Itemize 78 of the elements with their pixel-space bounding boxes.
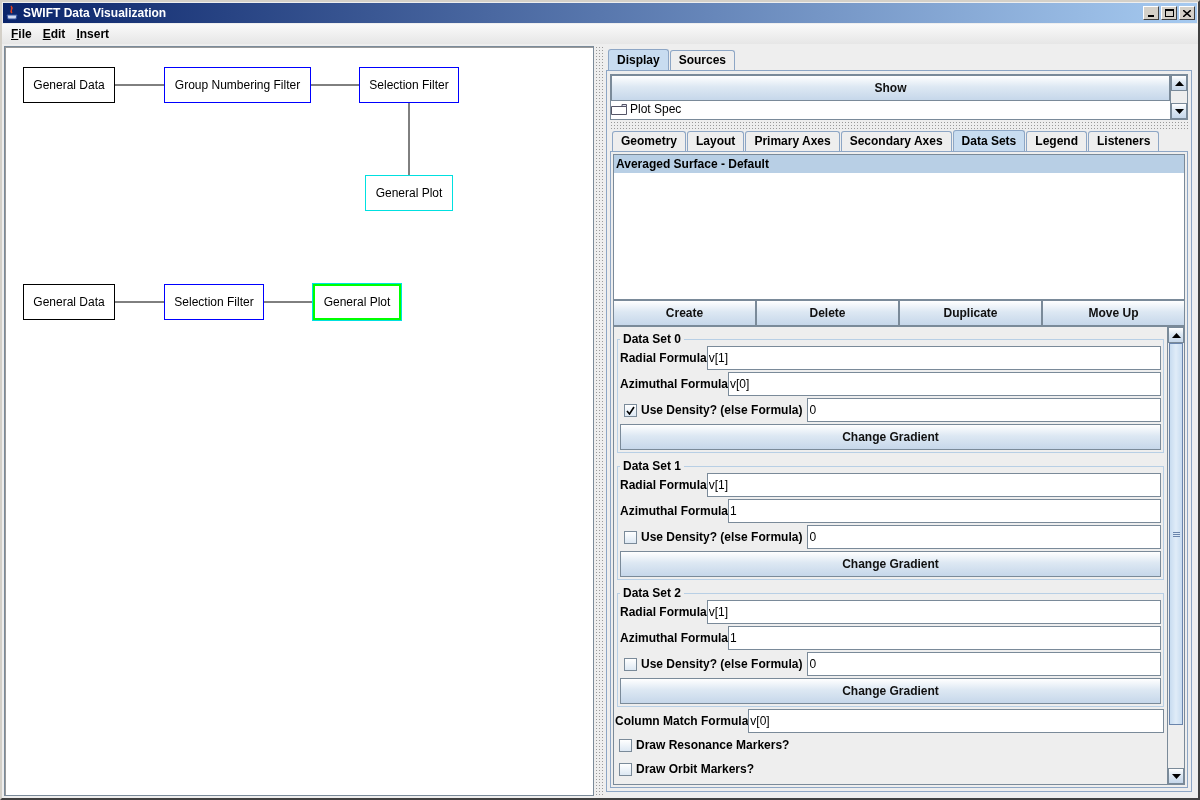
diagram-node[interactable]: General Data (23, 284, 115, 320)
field-label: Radial Formula (620, 478, 707, 492)
maximize-button[interactable] (1161, 6, 1177, 20)
field-label: Radial Formula (620, 351, 707, 365)
scrollbar[interactable] (1170, 75, 1187, 119)
tab[interactable]: Secondary Axes (840, 131, 952, 151)
close-button[interactable] (1179, 6, 1195, 20)
checkbox-label: Use Density? (else Formula) (641, 657, 803, 671)
scroll-down-icon (1171, 773, 1181, 779)
checkbox-label: Use Density? (else Formula) (641, 403, 803, 417)
tab[interactable]: Layout (687, 131, 745, 151)
tab[interactable]: Legend (1026, 131, 1087, 151)
splitter[interactable] (595, 46, 603, 796)
connector-line (263, 301, 313, 303)
diagram-node[interactable]: Group Numbering Filter (164, 67, 311, 103)
tab[interactable]: Data Sets (952, 130, 1026, 151)
input-field[interactable]: 0 (807, 398, 1161, 422)
connector-line (310, 84, 360, 86)
app-icon (5, 5, 19, 21)
tab[interactable]: Display (608, 49, 669, 70)
gradient-button[interactable]: Change Gradient (620, 678, 1161, 704)
input-field[interactable]: v[0] (748, 709, 1164, 733)
menu-item[interactable]: Edit (37, 27, 72, 41)
diagram-node[interactable]: General Plot (365, 175, 453, 211)
input-field[interactable]: 1 (728, 499, 1161, 523)
connector-line (114, 84, 165, 86)
show-button[interactable]: Show (611, 75, 1170, 101)
list-item[interactable]: Averaged Surface - Default (614, 155, 1184, 173)
checkbox-label: Draw Orbit Markers? (636, 762, 755, 776)
tab[interactable]: Sources (669, 50, 736, 70)
field-label: Azimuthal Formula (620, 631, 728, 645)
group-title: Data Set 0 (622, 332, 683, 346)
action-button[interactable]: Delete (756, 300, 899, 326)
gradient-button[interactable]: Change Gradient (620, 424, 1161, 450)
minimize-button[interactable] (1143, 6, 1159, 20)
diagram-node[interactable]: General Plot (312, 283, 402, 321)
gradient-button[interactable]: Change Gradient (620, 551, 1161, 577)
input-field[interactable]: 1 (728, 626, 1161, 650)
field-label: Azimuthal Formula (620, 504, 728, 518)
tab[interactable]: Geometry (612, 131, 687, 151)
checkbox[interactable] (619, 762, 632, 776)
grip-icon (1173, 532, 1180, 537)
tab[interactable]: Listeners (1087, 131, 1160, 151)
input-field[interactable]: 0 (807, 652, 1161, 676)
checkbox-label: Use Density? (else Formula) (641, 530, 803, 544)
group-title: Data Set 2 (622, 586, 683, 600)
checkbox[interactable] (624, 530, 637, 544)
menu-item[interactable]: File (6, 27, 38, 41)
input-field[interactable]: v[1] (706, 600, 1161, 624)
tab[interactable]: Primary Axes (745, 131, 840, 151)
connector-line (114, 301, 165, 303)
scroll-up-icon (1174, 80, 1184, 86)
checkbox-label: Draw Resonance Markers? (636, 738, 790, 752)
input-field[interactable]: v[1] (706, 473, 1161, 497)
maximize-icon (1164, 9, 1174, 17)
group-title: Data Set 1 (622, 459, 683, 473)
checkbox[interactable] (619, 738, 632, 752)
diagram-node[interactable]: Selection Filter (164, 284, 264, 320)
input-field[interactable]: v[1] (706, 346, 1161, 370)
input-field[interactable]: v[0] (728, 372, 1161, 396)
field-label: Column Match Formula (615, 714, 749, 728)
diagram-node[interactable]: General Data (23, 67, 115, 103)
action-button[interactable]: Move Up (1042, 300, 1185, 326)
scroll-up-icon (1171, 332, 1181, 338)
menu-item[interactable]: Insert (71, 27, 116, 41)
field-label: Radial Formula (620, 605, 707, 619)
close-icon (1183, 9, 1191, 17)
diagram-node[interactable]: Selection Filter (359, 67, 459, 103)
action-button[interactable]: Duplicate (899, 300, 1042, 326)
checkbox[interactable] (624, 657, 637, 671)
input-field[interactable]: 0 (807, 525, 1161, 549)
checkbox[interactable] (624, 403, 637, 417)
scroll-down-icon (1174, 108, 1184, 114)
action-button[interactable]: Create (613, 300, 756, 326)
tree-item[interactable]: Plot Spec (630, 101, 682, 117)
window-title: SWIFT Data Visualization (23, 6, 168, 20)
field-label: Azimuthal Formula (620, 377, 728, 391)
scrollbar[interactable] (1167, 327, 1184, 784)
